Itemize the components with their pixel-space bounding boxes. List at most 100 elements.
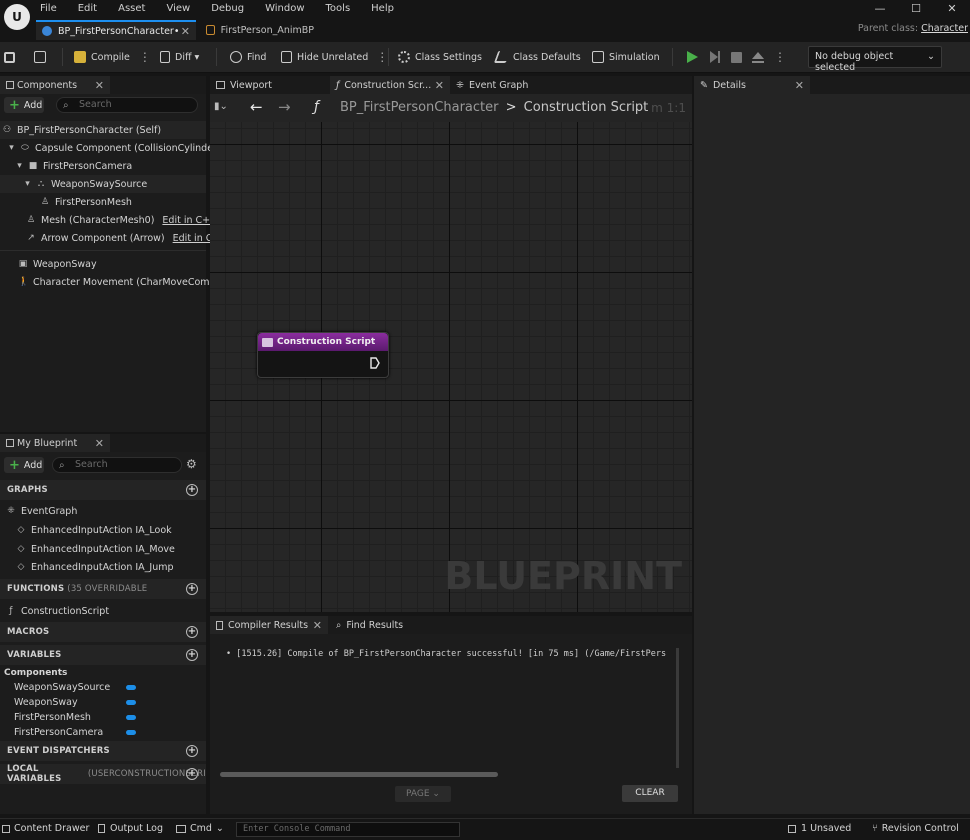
add-function-icon[interactable]: + — [186, 583, 198, 595]
doc-tab-firstperson-animbp[interactable]: FirstPerson_AnimBP — [200, 20, 320, 40]
more-options-icon[interactable]: ⋮ — [376, 50, 388, 64]
save-button[interactable] — [4, 49, 20, 65]
section-event-dispatchers[interactable]: EVENT DISPATCHERS + — [0, 741, 206, 761]
tree-item-weapon-sway-source[interactable]: ▾ ⛬ WeaponSwaySource — [0, 175, 206, 193]
add-graph-icon[interactable]: + — [186, 484, 198, 496]
page-select[interactable]: PAGE ⌄ — [395, 786, 451, 802]
add-macro-icon[interactable]: + — [186, 626, 198, 638]
add-dispatcher-icon[interactable]: + — [186, 745, 198, 757]
parent-class-link[interactable]: Character — [921, 23, 968, 34]
horizontal-scrollbar[interactable] — [220, 772, 498, 777]
tab-event-graph[interactable]: ⁜ Event Graph — [450, 76, 570, 94]
close-tab-icon[interactable]: ✕ — [435, 79, 444, 92]
search-placeholder: Search — [75, 459, 108, 470]
tree-item-mesh[interactable]: ♙ Mesh (CharacterMesh0) Edit in C++ — [26, 211, 218, 229]
tree-item-self[interactable]: ⚇ BP_FirstPersonCharacter (Self) — [0, 121, 206, 139]
menu-help[interactable]: Help — [371, 2, 394, 16]
vertical-scrollbar[interactable] — [676, 648, 679, 768]
menu-window[interactable]: Window — [265, 2, 304, 16]
stop-button[interactable] — [731, 49, 747, 65]
diff-button[interactable]: Diff ▾ — [160, 49, 199, 65]
doc-tab-label: BP_FirstPersonCharacter• — [58, 25, 180, 37]
construction-script-node[interactable]: Construction Script — [257, 332, 389, 378]
tree-item-arrow[interactable]: ↗ Arrow Component (Arrow) Edit in C++ — [26, 229, 228, 247]
graph-canvas[interactable]: Construction Script BLUEPRINT — [210, 122, 692, 612]
maximize-button[interactable]: ☐ — [898, 0, 934, 18]
close-tab-icon[interactable]: ✕ — [95, 437, 104, 450]
tab-details[interactable]: ✎ Details ✕ — [694, 76, 810, 94]
menu-tools[interactable]: Tools — [326, 2, 351, 16]
tab-find-results-label: Find Results — [346, 619, 404, 631]
tab-compiler-results[interactable]: Compiler Results ✕ — [210, 616, 328, 634]
section-functions[interactable]: FUNCTIONS (35 OVERRIDABLE + — [0, 579, 206, 599]
breadcrumb-root[interactable]: BP_FirstPersonCharacter — [340, 100, 498, 115]
gear-icon — [398, 51, 410, 63]
content-drawer-button[interactable]: Content Drawer — [2, 823, 89, 834]
class-settings-button[interactable]: Class Settings — [398, 49, 482, 65]
revision-control-button[interactable]: ⑂ Revision Control — [872, 823, 959, 834]
menu-debug[interactable]: Debug — [211, 2, 244, 16]
menu-edit[interactable]: Edit — [78, 2, 97, 16]
browse-button[interactable] — [34, 49, 51, 65]
section-macros[interactable]: MACROS + — [0, 622, 206, 642]
close-tab-icon[interactable]: ✕ — [95, 79, 104, 92]
tree-item-character-movement[interactable]: 🚶 Character Movement (CharMoveComp) — [18, 273, 219, 291]
graph-item-ia-look[interactable]: ◇ EnhancedInputAction IA_Look — [16, 521, 172, 539]
graph-item-ia-jump[interactable]: ◇ EnhancedInputAction IA_Jump — [16, 558, 174, 576]
menu-asset[interactable]: Asset — [118, 2, 145, 16]
tree-item-camera[interactable]: ▾ ■ FirstPersonCamera — [16, 157, 132, 175]
tree-item-capsule[interactable]: ▾ ⬭ Capsule Component (CollisionCylinder… — [8, 139, 220, 157]
exec-pin-icon[interactable] — [370, 357, 380, 369]
components-search-input[interactable]: ⌕ Search — [56, 97, 198, 113]
add-member-button[interactable]: + Add — [4, 457, 44, 473]
graph-item-eventgraph[interactable]: ⁜ EventGraph — [6, 502, 77, 520]
my-blueprint-search-input[interactable]: ⌕ Search — [52, 457, 182, 473]
forward-arrow-icon[interactable]: → — [278, 98, 291, 116]
menu-file[interactable]: File — [40, 2, 57, 16]
eject-button[interactable] — [752, 49, 764, 65]
tab-find-results[interactable]: ⌕ Find Results — [330, 616, 430, 634]
hide-unrelated-button[interactable]: Hide Unrelated ⋮ — [281, 49, 388, 65]
play-options-button[interactable]: ⋮ — [774, 49, 786, 65]
graph-item-ia-move[interactable]: ◇ EnhancedInputAction IA_Move — [16, 540, 175, 558]
add-local-variable-icon[interactable]: + — [186, 768, 198, 780]
find-button[interactable]: Find — [230, 49, 266, 65]
simulation-button[interactable]: Simulation — [592, 49, 660, 65]
menu-view[interactable]: View — [166, 2, 190, 16]
section-graphs[interactable]: GRAPHS + — [0, 480, 206, 500]
tab-my-blueprint[interactable]: My Blueprint ✕ — [0, 434, 110, 452]
compile-button[interactable]: Compile ⋮ — [74, 49, 151, 65]
output-log-button[interactable]: Output Log — [98, 823, 163, 834]
function-item-construction-script[interactable]: ƒ ConstructionScript — [6, 602, 109, 620]
compile-options-icon[interactable]: ⋮ — [139, 50, 151, 64]
class-defaults-button[interactable]: Class Defaults — [493, 49, 581, 65]
minimize-button[interactable]: — — [862, 0, 898, 18]
gear-icon[interactable]: ⚙ — [186, 457, 197, 471]
variable-item[interactable]: FirstPersonCamera — [14, 723, 206, 741]
add-component-button[interactable]: + Add — [4, 97, 44, 113]
cmd-select[interactable]: Cmd ⌄ — [176, 823, 224, 834]
close-tab-icon[interactable]: ✕ — [181, 25, 190, 38]
close-tab-icon[interactable]: ✕ — [313, 619, 322, 632]
pencil-icon: ✎ — [700, 79, 708, 91]
tree-item-weapon-sway[interactable]: ▣ WeaponSway — [18, 255, 97, 273]
clear-button[interactable]: CLEAR — [622, 785, 678, 802]
tree-item-first-person-mesh[interactable]: ♙ FirstPersonMesh — [40, 193, 132, 211]
back-arrow-icon[interactable]: ← — [250, 98, 263, 116]
console-command-input[interactable]: Enter Console Command — [236, 822, 460, 837]
close-window-button[interactable]: ✕ — [934, 0, 970, 18]
unsaved-button[interactable]: 1 Unsaved — [788, 823, 851, 834]
anim-blueprint-icon — [206, 25, 215, 35]
close-tab-icon[interactable]: ✕ — [795, 79, 804, 92]
add-variable-icon[interactable]: + — [186, 649, 198, 661]
play-button[interactable] — [686, 49, 698, 65]
tab-viewport[interactable]: Viewport — [210, 76, 328, 94]
tab-construction-script[interactable]: ƒ Construction Scr... ✕ — [330, 76, 450, 94]
bookmark-dropdown-icon[interactable]: ▮⌄ — [214, 101, 228, 112]
step-button[interactable] — [709, 49, 721, 65]
section-variables[interactable]: VARIABLES + — [0, 645, 206, 665]
debug-object-select[interactable]: No debug object selected ⌄ — [808, 46, 942, 73]
tab-components[interactable]: Components ✕ — [0, 76, 110, 94]
doc-tab-bp-firstpersoncharacter[interactable]: BP_FirstPersonCharacter• ✕ — [36, 20, 196, 40]
section-local-variables[interactable]: LOCAL VARIABLES (USERCONSTRUCTIONSCRI + — [0, 764, 206, 784]
